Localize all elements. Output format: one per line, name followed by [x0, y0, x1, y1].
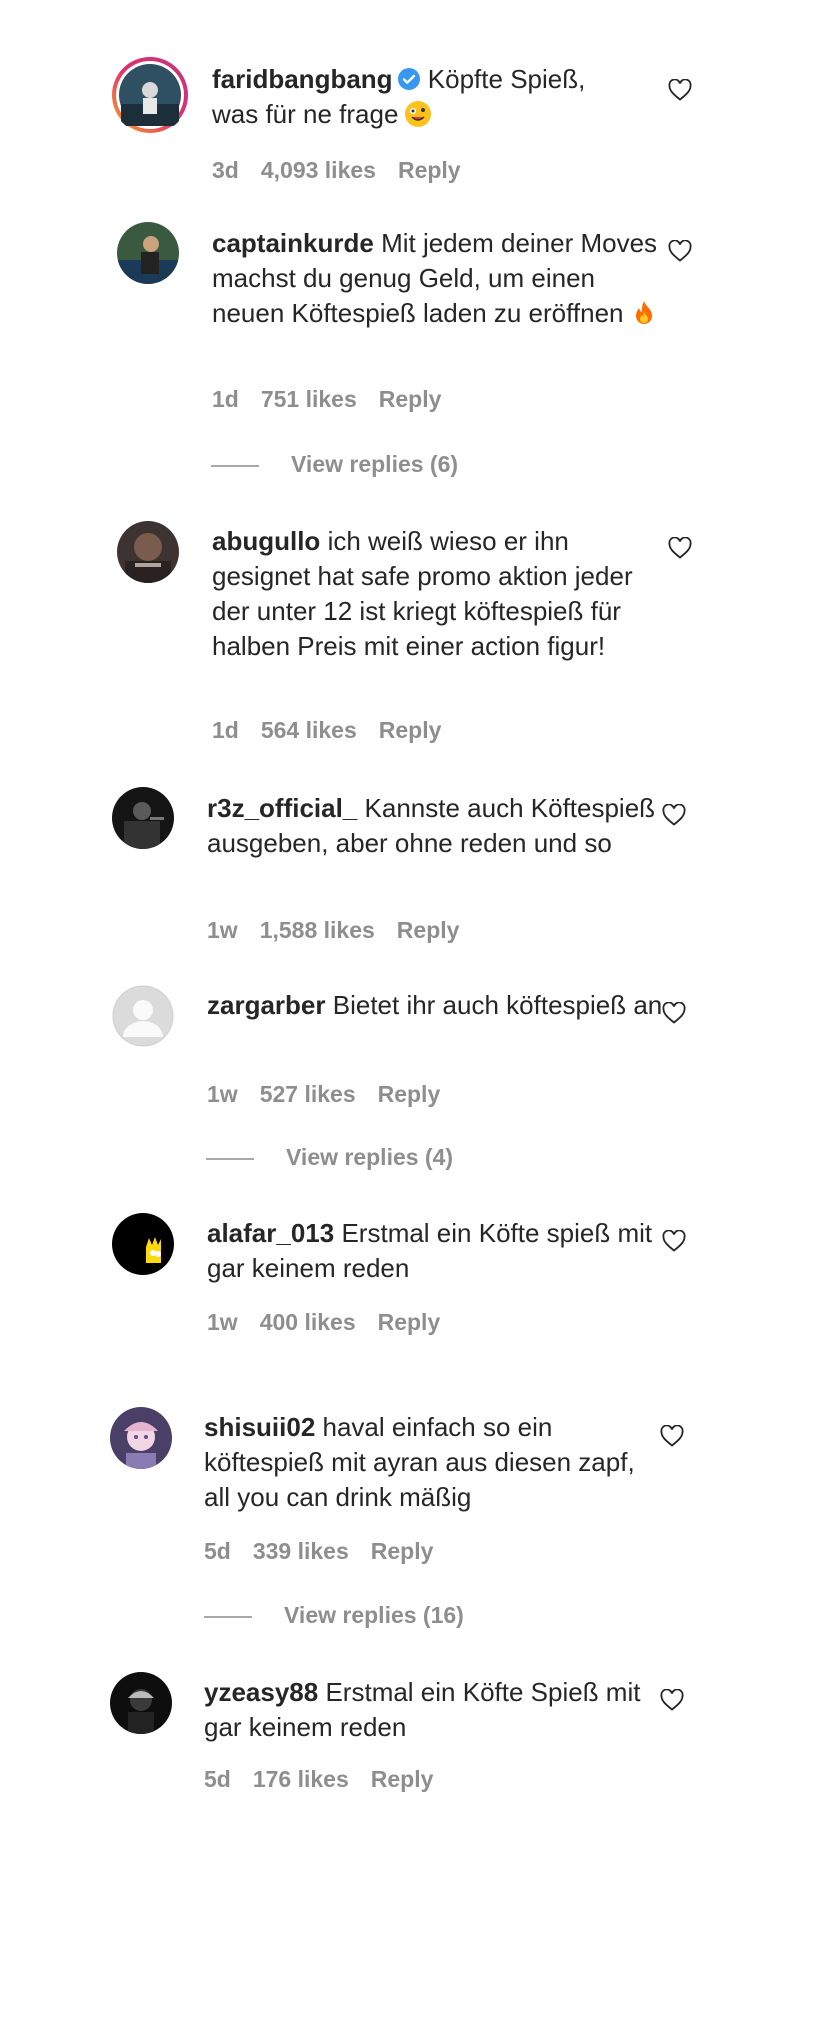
username-link[interactable]: yzeasy88	[204, 1677, 318, 1707]
comment-meta: 3d 4,093 likes Reply	[212, 157, 483, 184]
view-replies-label: View replies (16)	[284, 1602, 464, 1628]
like-heart-icon[interactable]	[662, 1230, 686, 1252]
view-replies-button[interactable]: View replies (6)	[211, 451, 458, 478]
comment-text: zargarber Bietet ihr auch köftespieß an	[207, 988, 667, 1023]
likes-count[interactable]: 751 likes	[261, 386, 357, 412]
comment-text: captainkurde Mit jedem deiner Moves mach…	[212, 226, 672, 331]
reply-button[interactable]: Reply	[378, 1081, 441, 1107]
avatar[interactable]	[112, 1213, 174, 1275]
likes-count[interactable]: 564 likes	[261, 717, 357, 743]
timestamp[interactable]: 1d	[212, 386, 239, 412]
timestamp[interactable]: 1w	[207, 1081, 238, 1107]
username-link[interactable]: zargarber	[207, 990, 326, 1020]
avatar[interactable]	[112, 787, 174, 849]
timestamp[interactable]: 5d	[204, 1766, 231, 1792]
timestamp[interactable]: 5d	[204, 1538, 231, 1564]
reply-button[interactable]: Reply	[379, 386, 442, 412]
like-heart-icon[interactable]	[660, 1689, 684, 1711]
comment-text: abugullo ich weiß wieso er ihn gesignet …	[212, 524, 672, 664]
comment-meta: 1w 1,588 likes Reply	[207, 917, 481, 944]
username-link[interactable]: shisuii02	[204, 1412, 315, 1442]
like-heart-icon[interactable]	[668, 537, 692, 559]
comment-meta: 1w 400 likes Reply	[207, 1309, 462, 1336]
likes-count[interactable]: 4,093 likes	[261, 157, 376, 183]
timestamp[interactable]: 1d	[212, 717, 239, 743]
comment-text: yzeasy88 Erstmal ein Köfte Spieß mit gar…	[204, 1675, 664, 1745]
likes-count[interactable]: 1,588 likes	[260, 917, 375, 943]
avatar[interactable]	[110, 1672, 172, 1734]
likes-count[interactable]: 339 likes	[253, 1538, 349, 1564]
zany-face-icon	[405, 101, 432, 127]
view-replies-button[interactable]: View replies (16)	[204, 1602, 464, 1629]
timestamp[interactable]: 3d	[212, 157, 239, 183]
like-heart-icon[interactable]	[662, 1002, 686, 1024]
avatar[interactable]	[117, 521, 179, 583]
reply-button[interactable]: Reply	[371, 1538, 434, 1564]
username-link[interactable]: captainkurde	[212, 228, 374, 258]
avatar[interactable]	[117, 222, 179, 284]
replies-divider	[211, 464, 259, 467]
comment-text: faridbangbang Köpfte Spieß, was für ne f…	[212, 62, 632, 132]
comment-meta: 1w 527 likes Reply	[207, 1081, 462, 1108]
comment-text: r3z_official_ Kannste auch Köftespieß au…	[207, 791, 667, 861]
avatar[interactable]	[110, 1407, 172, 1469]
comment-meta: 1d 751 likes Reply	[212, 386, 463, 413]
reply-button[interactable]: Reply	[398, 157, 461, 183]
avatar[interactable]	[112, 985, 174, 1047]
comment-body: Bietet ihr auch köftespieß an	[332, 990, 663, 1020]
reply-button[interactable]: Reply	[371, 1766, 434, 1792]
like-heart-icon[interactable]	[668, 79, 692, 101]
comment-text: alafar_013 Erstmal ein Köfte spieß mit g…	[207, 1216, 667, 1286]
view-replies-label: View replies (4)	[286, 1144, 454, 1170]
replies-divider	[206, 1157, 254, 1160]
like-heart-icon[interactable]	[660, 1425, 684, 1447]
username-link[interactable]: alafar_013	[207, 1218, 334, 1248]
view-replies-label: View replies (6)	[291, 451, 459, 477]
reply-button[interactable]: Reply	[397, 917, 460, 943]
replies-divider	[204, 1615, 252, 1618]
timestamp[interactable]: 1w	[207, 1309, 238, 1335]
comment-meta: 5d 339 likes Reply	[204, 1538, 455, 1565]
username-link[interactable]: abugullo	[212, 526, 320, 556]
fire-icon	[635, 301, 652, 324]
reply-button[interactable]: Reply	[378, 1309, 441, 1335]
comment-text: shisuii02 haval einfach so ein köftespie…	[204, 1410, 664, 1515]
likes-count[interactable]: 176 likes	[253, 1766, 349, 1792]
like-heart-icon[interactable]	[668, 240, 692, 262]
reply-button[interactable]: Reply	[379, 717, 442, 743]
avatar[interactable]	[111, 56, 189, 134]
likes-count[interactable]: 527 likes	[260, 1081, 356, 1107]
view-replies-button[interactable]: View replies (4)	[206, 1144, 453, 1171]
timestamp[interactable]: 1w	[207, 917, 238, 943]
comment-meta: 5d 176 likes Reply	[204, 1766, 455, 1793]
likes-count[interactable]: 400 likes	[260, 1309, 356, 1335]
verified-badge-icon	[397, 68, 420, 90]
username-link[interactable]: faridbangbang	[212, 64, 393, 94]
comment-meta: 1d 564 likes Reply	[212, 717, 463, 744]
like-heart-icon[interactable]	[662, 804, 686, 826]
username-link[interactable]: r3z_official_	[207, 793, 357, 823]
